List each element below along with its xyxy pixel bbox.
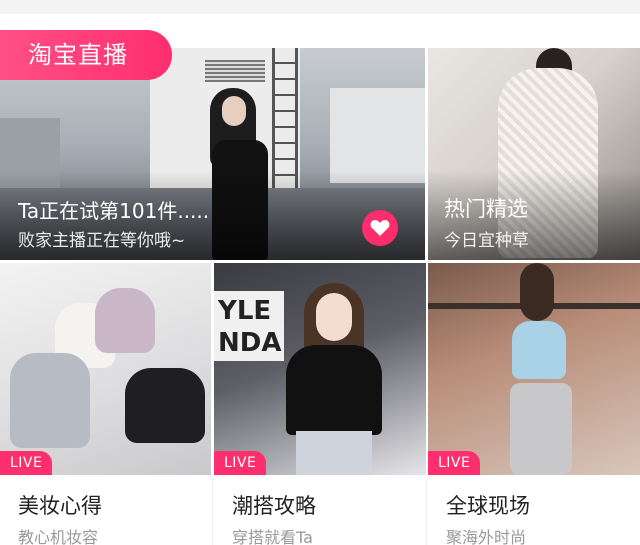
card-divider: [426, 478, 427, 545]
live-badge: LIVE: [428, 451, 481, 475]
top-spacer: [0, 0, 640, 14]
photo-model-face: [316, 293, 352, 341]
photo-bag-black: [125, 368, 205, 443]
photo-host-face: [222, 96, 246, 126]
live-card-caption-style[interactable]: 潮搭攻略 穿搭就看Ta: [214, 478, 426, 545]
photo-athlete-top: [512, 321, 566, 379]
live-badge: LIVE: [214, 451, 267, 475]
live-card-caption-beauty[interactable]: 美妆心得 教心机妆容: [0, 478, 212, 545]
photo-bag-mauve: [95, 288, 155, 353]
hot-picks-tile[interactable]: 热门精选 今日宜种草: [428, 48, 640, 260]
photo-building: [330, 88, 425, 183]
hero-subtitle: 败家主播正在等你哦~: [18, 231, 186, 251]
photo-wall-sign: YLE NDA: [214, 291, 284, 361]
card-title: 全球现场: [446, 494, 530, 518]
photo-athlete-leggings: [510, 383, 572, 475]
photo-vent: [205, 60, 265, 82]
photo-model-pants: [296, 431, 372, 475]
live-card-image-global[interactable]: LIVE: [428, 263, 640, 475]
card-title: 潮搭攻略: [232, 494, 316, 518]
photo-sign-text: YLE NDA: [218, 296, 282, 358]
card-subtitle: 聚海外时尚: [446, 528, 527, 545]
live-card-image-beauty[interactable]: LIVE: [0, 263, 211, 475]
card-title: 美妆心得: [18, 494, 102, 518]
photo-ladder: [272, 48, 298, 188]
card-divider: [212, 478, 213, 545]
live-card-caption-global[interactable]: 全球现场 聚海外时尚: [428, 478, 640, 545]
photo-bag-silver: [10, 353, 90, 448]
photo-model-shirt: [286, 345, 382, 435]
heart-icon: [370, 220, 390, 236]
live-card-image-style[interactable]: YLE NDA LIVE: [214, 263, 426, 475]
like-button[interactable]: [362, 210, 398, 246]
card-subtitle: 教心机妆容: [18, 528, 99, 545]
section-title-badge: 淘宝直播: [0, 30, 172, 80]
hot-subtitle: 今日宜种草: [444, 231, 529, 251]
card-subtitle: 穿搭就看Ta: [232, 528, 313, 545]
photo-athlete-hair: [520, 263, 554, 321]
live-badge: LIVE: [0, 451, 53, 475]
hero-title: Ta正在试第101件.....: [18, 199, 210, 223]
hot-title: 热门精选: [444, 197, 528, 221]
